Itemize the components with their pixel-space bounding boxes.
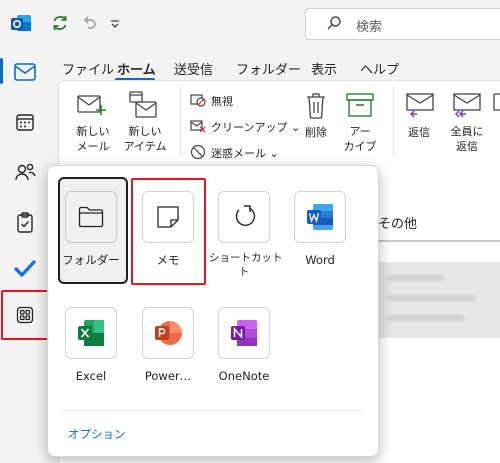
tasks-icon[interactable] (9, 206, 41, 238)
delete-label[interactable]: 削除 (305, 124, 327, 140)
powerpoint-tile-label: Power… (144, 369, 192, 383)
excel-icon (65, 307, 117, 359)
word-tile-label: Word (305, 253, 335, 267)
folder-tile-label: フォルダー (62, 253, 120, 267)
ignore-label[interactable]: 無視 (211, 93, 233, 109)
tab-folder[interactable]: フォルダー (236, 59, 301, 78)
blurred-text (385, 275, 445, 281)
more-apps-highlight (1, 290, 49, 340)
shortcut-tile-label: ショートカット ト (209, 252, 283, 278)
reply-icon[interactable] (405, 92, 435, 123)
archive-label[interactable]: アー カイブ (340, 124, 380, 154)
todo-check-icon[interactable] (9, 252, 41, 284)
notes-tile-highlight (131, 178, 206, 285)
tab-underline-bg (378, 240, 500, 242)
folder-tile[interactable]: フォルダー (56, 191, 126, 267)
search-icon (326, 15, 342, 34)
calendar-icon[interactable] (9, 106, 41, 138)
powerpoint-tile[interactable]: Power… (133, 307, 203, 383)
options-link[interactable]: オプション (68, 426, 126, 442)
title-bar: 検索 (0, 0, 500, 46)
blurred-text (385, 315, 465, 321)
blurred-text (385, 295, 475, 301)
sync-icon[interactable] (50, 13, 70, 36)
new-mail-label[interactable]: 新しい メール (70, 124, 116, 154)
folder-icon (65, 191, 117, 243)
forward-icon-partial[interactable] (492, 92, 500, 123)
onenote-icon (218, 307, 270, 359)
cleanup-icon[interactable] (190, 119, 206, 136)
app-rail (0, 46, 50, 463)
ignore-icon[interactable] (190, 93, 206, 110)
undo-icon[interactable] (80, 13, 98, 34)
search-placeholder: 検索 (356, 20, 383, 35)
tab-home[interactable]: ホーム (117, 59, 156, 78)
flyout-divider (62, 410, 362, 411)
powerpoint-icon (142, 307, 194, 359)
tab-send-receive[interactable]: 送受信 (174, 59, 213, 78)
delete-icon[interactable] (305, 92, 327, 123)
excel-tile[interactable]: Excel (56, 307, 126, 383)
outlook-logo-icon (10, 12, 32, 37)
other-tab-label[interactable]: その他 (378, 213, 417, 232)
shortcut-icon (218, 191, 270, 243)
rail-active-indicator (0, 58, 3, 84)
reply-label[interactable]: 返信 (408, 124, 430, 140)
new-items-label[interactable]: 新しい アイテム (116, 124, 174, 154)
shortcut-tile[interactable]: ショートカット ト (209, 191, 283, 279)
reply-all-label[interactable]: 全員に 返信 (444, 124, 490, 154)
ribbon-separator (393, 86, 394, 156)
tab-view[interactable]: 表示 (311, 59, 337, 78)
reply-all-icon[interactable] (452, 92, 482, 123)
excel-tile-label: Excel (75, 369, 107, 383)
new-mail-icon[interactable] (77, 93, 107, 120)
mail-icon[interactable] (9, 56, 41, 88)
archive-icon[interactable] (346, 92, 374, 121)
cleanup-label[interactable]: クリーンアップ ⌄ (211, 119, 300, 135)
word-tile[interactable]: Word (285, 191, 355, 267)
tab-file[interactable]: ファイル (62, 59, 114, 78)
ribbon-separator (180, 86, 181, 156)
new-items-icon[interactable] (128, 90, 158, 123)
customize-toolbar-icon[interactable] (110, 17, 120, 31)
word-icon (294, 191, 346, 243)
people-icon[interactable] (9, 156, 41, 188)
junk-label[interactable]: 迷惑メール ⌄ (211, 145, 279, 161)
onenote-tile[interactable]: OneNote (209, 307, 279, 383)
onenote-tile-label: OneNote (218, 369, 270, 383)
tab-help[interactable]: ヘルプ (360, 59, 399, 78)
junk-icon[interactable] (190, 144, 206, 163)
